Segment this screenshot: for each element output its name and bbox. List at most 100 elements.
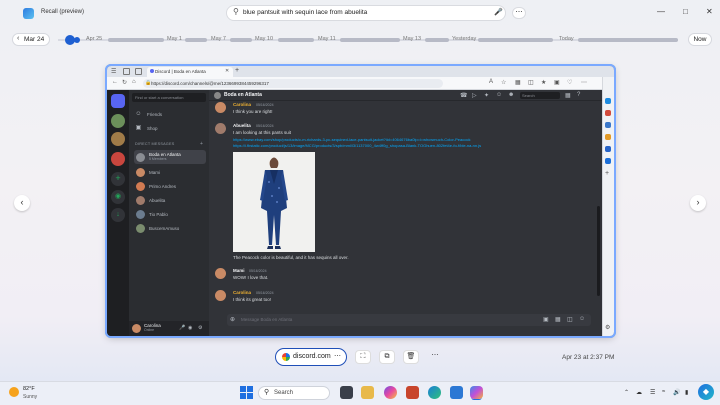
- site-more-icon[interactable]: ⋯: [334, 352, 341, 360]
- sidebar-shopping-icon[interactable]: [605, 110, 611, 116]
- dm-item-primo-andres[interactable]: Primo Andres: [134, 180, 206, 192]
- next-snapshot-button[interactable]: ›: [690, 195, 706, 211]
- download-icon[interactable]: ↓: [111, 208, 125, 222]
- home-icon[interactable]: ⌂: [132, 79, 136, 85]
- sidebar-search-icon[interactable]: [605, 98, 611, 104]
- sidebar-item-shop[interactable]: ▣ Shop: [134, 122, 206, 134]
- split-screen-icon[interactable]: ◫: [528, 79, 534, 86]
- discord-home-icon[interactable]: [111, 94, 125, 108]
- delete-button[interactable]: 🗑: [403, 350, 419, 364]
- user-settings-icon[interactable]: ⚙: [198, 325, 202, 331]
- chevron-up-icon[interactable]: ⌃: [624, 389, 629, 396]
- network-icon[interactable]: ☰: [650, 389, 655, 396]
- read-aloud-icon[interactable]: A: [489, 79, 493, 85]
- timeline-segment[interactable]: [278, 38, 314, 42]
- copilot-badge-icon[interactable]: ◆: [698, 384, 714, 400]
- previous-snapshot-button[interactable]: ‹: [14, 195, 30, 211]
- message-author[interactable]: Carolina: [233, 102, 251, 107]
- weather-temperature[interactable]: 82°F: [23, 386, 35, 392]
- store-icon[interactable]: [450, 386, 463, 399]
- server-icon[interactable]: [111, 132, 125, 146]
- copy-button[interactable]: ⧉: [379, 350, 395, 364]
- message-author[interactable]: Carolina: [233, 290, 251, 295]
- volume-icon[interactable]: 🔊: [673, 389, 680, 396]
- tab-actions-icon[interactable]: [123, 68, 130, 75]
- refresh-icon[interactable]: ↻: [122, 79, 127, 86]
- video-call-icon[interactable]: ▷: [472, 92, 477, 99]
- discover-icon[interactable]: ◉: [111, 190, 125, 204]
- message-author[interactable]: Abuelita: [233, 123, 251, 128]
- avatar[interactable]: [132, 324, 141, 333]
- snapshot-preview[interactable]: ☰ Discord | Boda en Atlanta ✕ + ← ↻ ⌂ 🔒 …: [105, 64, 616, 338]
- search-query-text[interactable]: blue pantsuit with sequin lace from abue…: [243, 9, 367, 16]
- cloud-icon[interactable]: ☁: [636, 389, 642, 396]
- timeline-now-button[interactable]: Now: [688, 33, 712, 46]
- chat-search-input[interactable]: Search: [520, 92, 560, 99]
- browser-essentials-icon[interactable]: ♡: [567, 79, 572, 86]
- back-arrow-icon[interactable]: ←: [112, 79, 118, 85]
- wifi-icon[interactable]: ≈: [662, 389, 665, 395]
- dm-item-abuelita[interactable]: Abuelita: [134, 194, 206, 206]
- message-author[interactable]: Mami: [233, 268, 245, 273]
- recall-taskbar-icon[interactable]: [470, 386, 483, 399]
- gif-icon[interactable]: ▦: [555, 316, 561, 323]
- file-explorer-icon[interactable]: [361, 386, 374, 399]
- avatar[interactable]: [215, 102, 226, 113]
- find-conversation-input[interactable]: Find or start a conversation: [132, 93, 206, 102]
- pinned-messages-icon[interactable]: ✦: [484, 92, 489, 99]
- timeline-segment[interactable]: [578, 38, 678, 42]
- dm-item-buscemamuso[interactable]: BuscemAmuso: [134, 222, 206, 234]
- mute-microphone-icon[interactable]: 🎤: [179, 325, 185, 331]
- message-image-attachment[interactable]: [233, 152, 315, 252]
- timeline-segment[interactable]: [185, 38, 207, 42]
- minimize-icon[interactable]: —: [657, 7, 665, 16]
- browser-more-icon[interactable]: ⋯: [581, 79, 587, 86]
- restore-icon[interactable]: □: [683, 7, 688, 16]
- timeline-segment[interactable]: [425, 38, 449, 42]
- sticker-icon[interactable]: ◫: [567, 316, 573, 323]
- timeline-segment[interactable]: [108, 38, 164, 42]
- collections-icon[interactable]: ▣: [554, 79, 560, 86]
- sun-icon[interactable]: [9, 387, 19, 397]
- task-view-icon[interactable]: [340, 386, 353, 399]
- sidebar-games-icon[interactable]: [605, 134, 611, 140]
- avatar[interactable]: [215, 290, 226, 301]
- address-url-text[interactable]: https://discord.com/channels/@me/1236699…: [151, 81, 269, 86]
- dm-item-boda-en-atlanta[interactable]: Boda en Atlanta 5 Members: [134, 150, 206, 164]
- microphone-icon[interactable]: 🎤: [494, 8, 503, 16]
- sidebar-item-friends[interactable]: ☺ Friends: [134, 108, 206, 120]
- avatar[interactable]: [215, 268, 226, 279]
- start-button[interactable]: [240, 386, 253, 399]
- edge-icon[interactable]: [428, 386, 441, 399]
- screen-ocr-button[interactable]: ⛶: [355, 350, 371, 364]
- voice-call-icon[interactable]: ☎: [460, 92, 467, 99]
- favorites-icon[interactable]: ★: [541, 79, 546, 86]
- search-more-button[interactable]: ⋯: [512, 7, 526, 19]
- sidebar-add-icon[interactable]: +: [605, 170, 609, 177]
- sidebar-tools-icon[interactable]: [605, 122, 611, 128]
- add-friends-icon[interactable]: ☺: [496, 92, 502, 98]
- dm-item-tio-pablo[interactable]: Tio Pablo: [134, 208, 206, 220]
- timeline-segment[interactable]: [230, 38, 252, 42]
- inbox-icon[interactable]: ▦: [565, 92, 571, 99]
- headphones-icon[interactable]: ◉: [188, 325, 192, 331]
- sidebar-outlook-icon[interactable]: [605, 158, 611, 164]
- weather-description[interactable]: Sunny: [23, 394, 37, 400]
- extensions-icon[interactable]: ▦: [515, 79, 521, 86]
- emoji-icon[interactable]: ☺: [579, 316, 585, 322]
- sidebar-office-icon[interactable]: [605, 146, 611, 152]
- site-label[interactable]: discord.com: [293, 353, 331, 360]
- chat-scrollbar[interactable]: [597, 206, 600, 296]
- gift-icon[interactable]: ▣: [543, 316, 549, 323]
- new-dm-icon[interactable]: +: [200, 141, 203, 147]
- close-tab-icon[interactable]: ✕: [225, 68, 229, 74]
- help-icon[interactable]: ?: [577, 92, 580, 98]
- add-server-icon[interactable]: +: [111, 172, 125, 186]
- attach-plus-icon[interactable]: ⊕: [230, 316, 235, 323]
- server-icon[interactable]: [111, 114, 125, 128]
- favorite-star-icon[interactable]: ☆: [501, 79, 506, 86]
- server-icon[interactable]: [111, 152, 125, 166]
- more-options-button[interactable]: ⋯: [427, 350, 443, 364]
- sidebar-settings-icon[interactable]: ⚙: [605, 324, 610, 331]
- office-icon[interactable]: [406, 386, 419, 399]
